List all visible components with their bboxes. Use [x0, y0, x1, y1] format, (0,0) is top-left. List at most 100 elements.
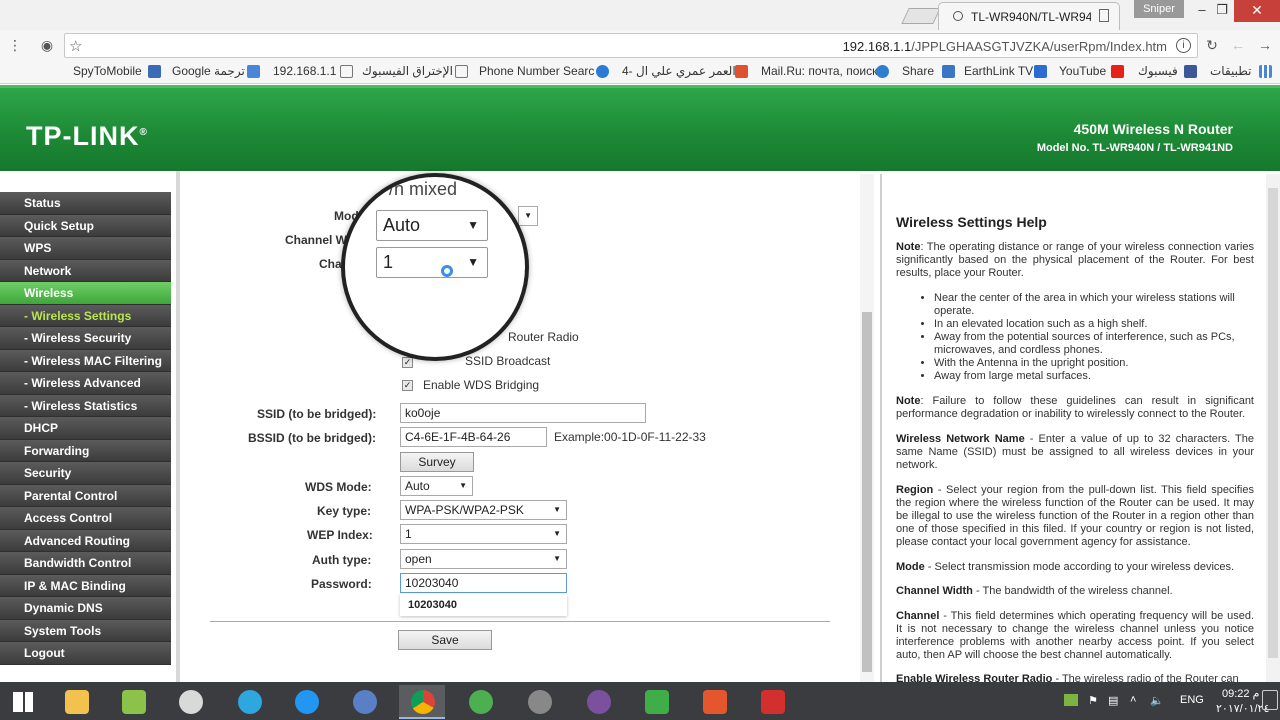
- password-input[interactable]: 10203040: [400, 573, 567, 593]
- telegram-icon: [238, 690, 262, 714]
- taskbar-app-stacks[interactable]: [110, 685, 156, 719]
- taskbar-app-settings[interactable]: [516, 685, 562, 719]
- tools-icon: [528, 690, 552, 714]
- mode-select[interactable]: [518, 206, 538, 226]
- password-label: Password:: [311, 577, 372, 591]
- bookmark-star-icon[interactable]: ☆: [69, 37, 82, 55]
- sidebar-item-dhcp[interactable]: DHCP: [0, 417, 171, 440]
- camtasia-red-icon: [703, 690, 727, 714]
- taskbar-camtasia[interactable]: [633, 685, 679, 719]
- bookmark-apps[interactable]: تطبيقات: [1210, 64, 1251, 78]
- scrollbar-thumb[interactable]: [862, 312, 872, 672]
- browser-tab[interactable]: TL-WR940N/TL-WR941N: [938, 2, 1120, 30]
- profile-button[interactable]: Sniper: [1134, 0, 1184, 18]
- forward-arrow-icon[interactable]: →: [1256, 36, 1274, 54]
- nvidia-icon[interactable]: [1064, 694, 1078, 706]
- browser-toolbar: ⋮ ◉ ☆ 192.168.1.1/JPPLGHAASGTJVZKA/userR…: [0, 30, 1280, 60]
- mode-value-magnified: /n mixed: [389, 179, 458, 199]
- maximize-button[interactable]: ❐: [1208, 0, 1236, 22]
- taskbar-app-red[interactable]: [749, 685, 795, 719]
- new-tab-button[interactable]: [901, 8, 941, 24]
- taskbar-messenger[interactable]: [283, 685, 329, 719]
- sidebar-item-access-control[interactable]: Access Control: [0, 507, 171, 530]
- start-button[interactable]: [0, 685, 46, 719]
- notification-icon[interactable]: [1262, 690, 1278, 710]
- auth-type-select[interactable]: open: [400, 549, 567, 569]
- back-arrow-icon[interactable]: ←: [1229, 36, 1247, 54]
- main-scrollbar[interactable]: [860, 174, 874, 682]
- sidebar-item-status[interactable]: Status: [0, 192, 171, 215]
- sidebar-item-wireless-advanced[interactable]: - Wireless Advanced: [0, 372, 171, 395]
- sidebar-item-wireless-statistics[interactable]: - Wireless Statistics: [0, 394, 171, 417]
- bookmark-phone-search[interactable]: Phone Number Searc: [479, 64, 594, 78]
- ssid-broadcast-checkbox[interactable]: ✓: [402, 357, 413, 368]
- sidebar-item-wireless-settings[interactable]: - Wireless Settings: [0, 304, 171, 327]
- sidebar-item-system-tools[interactable]: System Tools: [0, 619, 171, 642]
- sidebar-item-forwarding[interactable]: Forwarding: [0, 439, 171, 462]
- stacks-icon: [122, 690, 146, 714]
- flag-icon[interactable]: ⚑: [1088, 694, 1098, 707]
- sidebar-item-bandwidth-control[interactable]: Bandwidth Control: [0, 552, 171, 575]
- bookmark-song[interactable]: 4- العمر عمري علي ال: [622, 64, 736, 78]
- sidebar-item-security[interactable]: Security: [0, 462, 171, 485]
- taskbar-app-globe[interactable]: [457, 685, 503, 719]
- wep-index-select[interactable]: 1: [400, 524, 567, 544]
- language-indicator[interactable]: ENG: [1180, 694, 1204, 706]
- help-scrollbar[interactable]: [1266, 174, 1280, 682]
- bookmark-facebook-hack[interactable]: الإختراق الفيسبوك: [362, 64, 453, 78]
- taskbar-app-tool[interactable]: [167, 685, 213, 719]
- ssid-input[interactable]: ko0oje: [400, 403, 646, 423]
- clock-time[interactable]: 09:22 م: [1222, 687, 1259, 700]
- help-note: Note: The operating distance or range of…: [896, 241, 1254, 279]
- magnifier-overlay: /n mixed Auto ▼ 1 ▼: [341, 173, 529, 361]
- sidebar-item-network[interactable]: Network: [0, 259, 171, 282]
- channel-select-magnified[interactable]: 1 ▼: [376, 247, 488, 278]
- sidebar-item-advanced-routing[interactable]: Advanced Routing: [0, 529, 171, 552]
- router-header: TP-LINK® 450M Wireless N Router Model No…: [0, 85, 1280, 171]
- bookmark-spytomobile[interactable]: SpyToMobile: [73, 64, 142, 78]
- scrollbar-thumb[interactable]: [1268, 188, 1278, 658]
- bookmark-youtube[interactable]: YouTube: [1059, 64, 1106, 78]
- sidebar-item-quick-setup[interactable]: Quick Setup: [0, 214, 171, 237]
- sidebar-item-dynamic-dns[interactable]: Dynamic DNS: [0, 597, 171, 620]
- sidebar-item-ip-mac-binding[interactable]: IP & MAC Binding: [0, 574, 171, 597]
- sidebar-item-logout[interactable]: Logout: [0, 642, 171, 665]
- survey-button[interactable]: Survey: [400, 452, 474, 472]
- show-hidden-icons[interactable]: ˄: [1130, 694, 1136, 706]
- bookmark-mailru[interactable]: Mail.Ru: почта, поиск: [761, 64, 877, 78]
- key-type-select[interactable]: WPA-PSK/WPA2-PSK: [400, 500, 567, 520]
- app-red-icon: [761, 690, 785, 714]
- sidebar-item-wireless[interactable]: Wireless: [0, 282, 171, 305]
- autocomplete-suggestion[interactable]: 10203040: [400, 594, 567, 616]
- bookmark-router-ip[interactable]: 192.168.1.1: [273, 64, 336, 78]
- save-button[interactable]: Save: [398, 630, 492, 650]
- bookmark-google-translate[interactable]: Google ترجمة: [172, 64, 245, 78]
- address-bar[interactable]: ☆ 192.168.1.1/JPPLGHAASGTJVZKA/userRpm/I…: [64, 33, 1198, 58]
- sidebar-item-wps[interactable]: WPS: [0, 237, 171, 260]
- bssid-input[interactable]: C4-6E-1F-4B-64-26: [400, 427, 547, 447]
- taskbar-viber[interactable]: [575, 685, 621, 719]
- wds-mode-select[interactable]: Auto: [400, 476, 473, 496]
- menu-dots-icon[interactable]: ⋮: [6, 36, 24, 54]
- bookmark-facebook[interactable]: فيسبوك: [1138, 64, 1178, 78]
- channel-width-select-magnified[interactable]: Auto ▼: [376, 210, 488, 241]
- taskbar-telegram[interactable]: [226, 685, 272, 719]
- taskbar-chrome[interactable]: [399, 685, 445, 719]
- extension-icon[interactable]: ◉: [38, 36, 56, 54]
- windows-taskbar: ⚑ ▤ ˄ 🔈 ENG 09:22 م ٢٠١٧/٠١/٢٤: [0, 682, 1280, 720]
- sidebar-item-wireless-security[interactable]: - Wireless Security: [0, 327, 171, 350]
- volume-icon[interactable]: 🔈: [1150, 694, 1164, 707]
- bookmark-earthlink[interactable]: EarthLink TV: [964, 64, 1033, 78]
- info-icon[interactable]: i: [1176, 38, 1191, 53]
- reload-icon[interactable]: ↻: [1203, 36, 1221, 54]
- enable-wds-checkbox[interactable]: ✓: [402, 380, 413, 391]
- taskbar-app-swirl[interactable]: [341, 685, 387, 719]
- bookmark-share[interactable]: Share: [902, 64, 934, 78]
- product-title: 450M Wireless N Router: [1073, 121, 1233, 137]
- network-icon[interactable]: ▤: [1108, 694, 1118, 707]
- taskbar-camtasia-recorder[interactable]: [691, 685, 737, 719]
- close-window-button[interactable]: ✕: [1234, 0, 1280, 22]
- sidebar-item-wireless-mac-filtering[interactable]: - Wireless MAC Filtering: [0, 349, 171, 372]
- sidebar-item-parental-control[interactable]: Parental Control: [0, 484, 171, 507]
- file-explorer-button[interactable]: [53, 685, 99, 719]
